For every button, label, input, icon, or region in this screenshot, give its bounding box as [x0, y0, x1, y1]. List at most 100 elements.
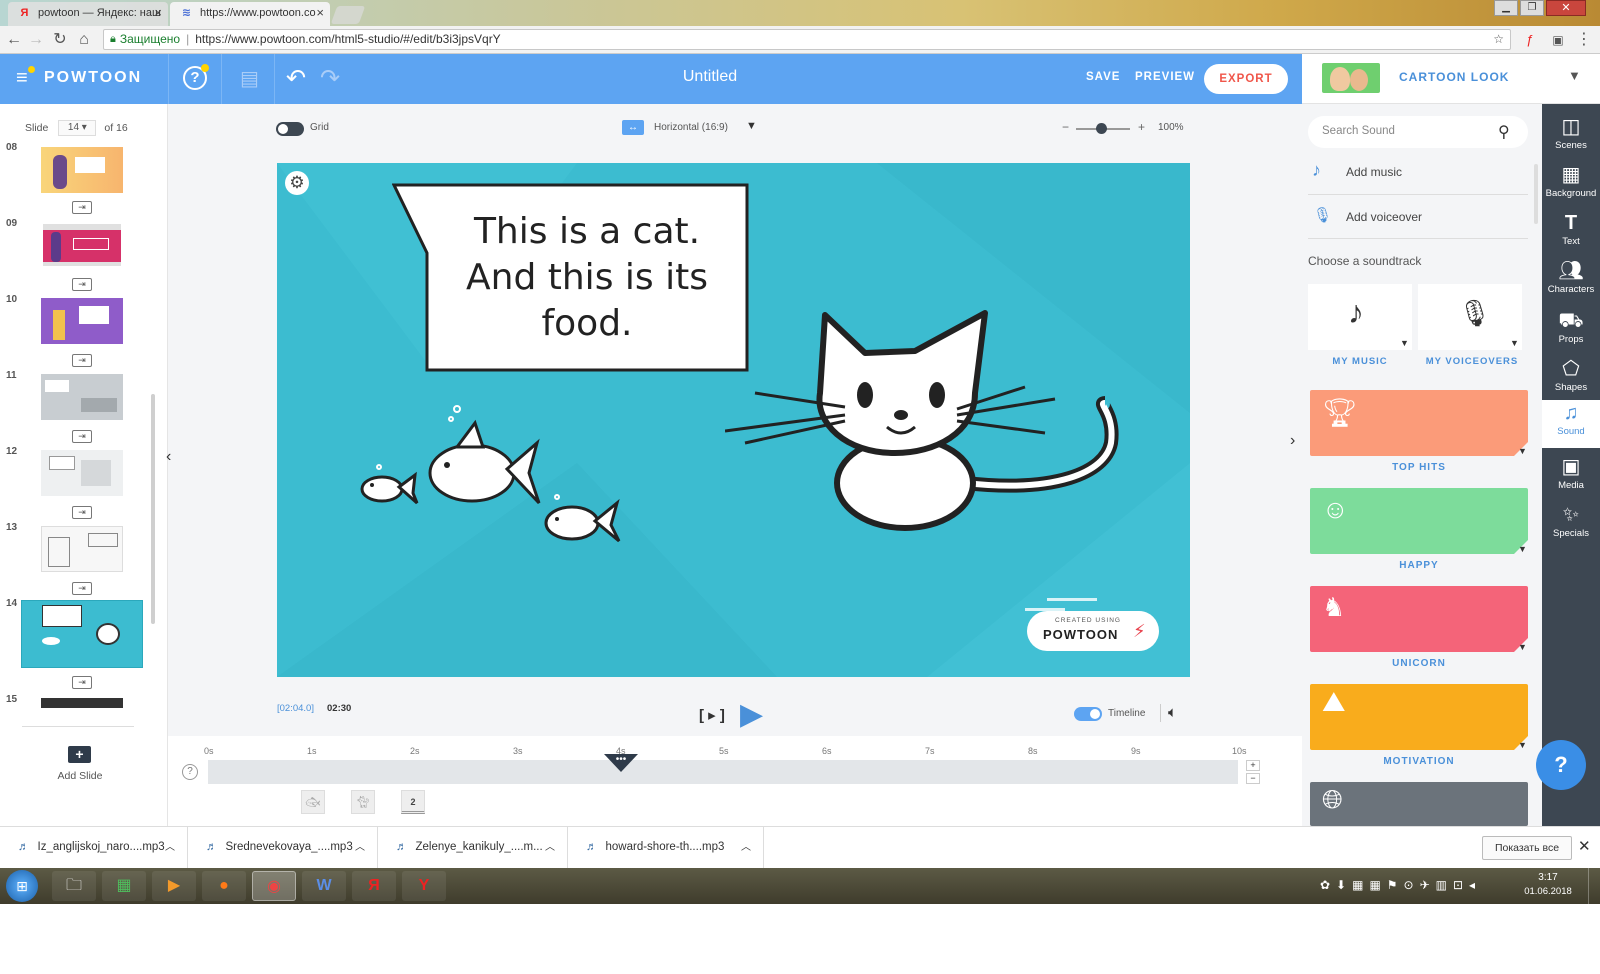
export-button[interactable]: EXPORT [1204, 64, 1288, 94]
back-icon[interactable]: ← [4, 30, 24, 50]
show-all-downloads-button[interactable]: Показать все [1482, 836, 1572, 860]
home-icon[interactable]: ⌂ [74, 30, 94, 50]
slide-number-dropdown[interactable]: 14 ▾ [58, 120, 97, 136]
style-selector[interactable]: CARTOON LOOK ▼ [1302, 54, 1600, 104]
collapse-right-icon[interactable]: › [1290, 432, 1295, 450]
slide-thumbnail-15[interactable] [41, 698, 123, 708]
show-desktop-button[interactable] [1588, 868, 1600, 904]
add-slide-icon[interactable]: + [68, 746, 91, 763]
cat-illustration[interactable] [725, 303, 1145, 543]
search-icon[interactable]: ⚲ [1498, 122, 1510, 142]
save-button[interactable]: SAVE [1086, 71, 1120, 83]
timeline-toggle[interactable] [1074, 707, 1102, 721]
excel-icon[interactable]: ▦ [102, 871, 146, 901]
preview-button[interactable]: PREVIEW [1135, 71, 1195, 83]
chevron-up-icon[interactable]: ︿ [165, 827, 175, 868]
powtoon-watermark[interactable]: CREATED USING POWTOON ⚡ [1027, 611, 1159, 651]
zoom-slider-handle[interactable] [1096, 123, 1107, 134]
close-icon[interactable]: × [316, 2, 324, 24]
firefox-icon[interactable]: ● [202, 871, 246, 901]
chevron-down-icon[interactable]: ▼ [1568, 68, 1581, 83]
undo-icon[interactable]: ↶ [286, 64, 306, 93]
forward-icon[interactable]: → [26, 30, 46, 50]
slide-thumbnail-13[interactable] [41, 526, 123, 572]
timeline-help-icon[interactable]: ? [182, 764, 198, 780]
system-tray-icons[interactable]: ✿⬇▦▦⚑⊙✈▥⊡◂ [1320, 878, 1481, 892]
insert-transition-icon[interactable]: ⇥ [72, 201, 92, 214]
yandex-icon[interactable]: Y [402, 871, 446, 901]
reload-icon[interactable]: ↻ [50, 30, 70, 50]
timeline-track[interactable] [208, 760, 1238, 784]
chevron-down-icon[interactable]: ▼ [1518, 740, 1527, 750]
chevron-down-icon[interactable]: ▼ [1510, 338, 1519, 348]
download-item[interactable]: ♬ Zelenye_kanikuly_....m... ︿ [378, 827, 568, 868]
slides-scrollbar[interactable] [151, 394, 155, 624]
start-button-icon[interactable]: ⊞ [6, 870, 38, 902]
rail-props[interactable]: ⛟ Props [1542, 308, 1600, 345]
layer-cat-icon[interactable]: 🐈︎ [351, 790, 375, 814]
orientation-dropdown[interactable]: Horizontal (16:9) [654, 122, 728, 133]
play-slide-icon[interactable]: [ ▸ ] [699, 706, 725, 724]
rail-sound-active[interactable]: ♫ Sound [1542, 400, 1600, 448]
my-music-card[interactable]: ♪ ▼ [1308, 284, 1412, 350]
powtoon-logo[interactable]: POWTOON [44, 69, 142, 87]
rail-scenes[interactable]: ◫ Scenes [1542, 114, 1600, 151]
floating-help-button[interactable]: ? [1536, 740, 1586, 790]
url-field[interactable]: 🔒︎ Защищено | https://www.powtoon.com/ht… [103, 29, 1511, 50]
clock-time[interactable]: 3:17 [1520, 872, 1576, 883]
chevron-up-icon[interactable]: ︿ [545, 827, 555, 868]
rail-specials[interactable]: ✨︎ Specials [1542, 502, 1600, 539]
sound-search-input[interactable]: Search Sound ⚲ [1308, 116, 1528, 148]
slide-thumbnail-09[interactable] [41, 222, 123, 268]
rail-shapes[interactable]: ⬠ Shapes [1542, 356, 1600, 393]
download-item[interactable]: ♬ Iz_anglijskoj_naro....mp3 ︿ [0, 827, 188, 868]
download-item[interactable]: ♬ Srednevekovaya_....mp3 ︿ [188, 827, 378, 868]
insert-transition-icon[interactable]: ⇥ [72, 582, 92, 595]
rail-media[interactable]: ▣ Media [1542, 454, 1600, 491]
play-icon[interactable]: ▶ [740, 700, 763, 730]
star-icon[interactable]: ☆ [1493, 30, 1504, 49]
yandex-ext-icon[interactable]: ƒ [1520, 30, 1540, 50]
top-hits-card[interactable]: 🏆︎ ▼ [1310, 390, 1528, 456]
timeline-zoom-out-icon[interactable]: − [1246, 773, 1260, 784]
rail-background[interactable]: ▦ Background [1542, 162, 1600, 199]
chevron-down-icon[interactable]: ▼ [1518, 642, 1527, 652]
motivation-card[interactable]: ⛰︎ ▼ [1310, 684, 1528, 750]
my-voiceovers-card[interactable]: 🎙︎ ▼ [1418, 284, 1522, 350]
browser-tab-powtoon[interactable]: ≋ https://www.powtoon.co × [170, 2, 330, 26]
insert-transition-icon[interactable]: ⇥ [72, 354, 92, 367]
close-window-icon[interactable]: ✕ [1546, 0, 1586, 16]
maximize-icon[interactable]: ❐ [1520, 0, 1544, 16]
project-title[interactable]: Untitled [600, 68, 820, 86]
timeline-zoom-in-icon[interactable]: + [1246, 760, 1260, 771]
add-slide-button[interactable]: Add Slide [30, 770, 130, 782]
gear-icon[interactable]: ⚙ [285, 171, 309, 195]
insert-transition-icon[interactable]: ⇥ [72, 278, 92, 291]
clock-date[interactable]: 01.06.2018 [1518, 886, 1578, 897]
unicorn-card[interactable]: ♞ ▼ [1310, 586, 1528, 652]
slide-thumbnail-10[interactable] [41, 298, 123, 344]
chevron-up-icon[interactable]: ︿ [355, 827, 365, 868]
word-icon[interactable]: W [302, 871, 346, 901]
rail-text[interactable]: T Text [1542, 210, 1600, 247]
add-voiceover-button[interactable]: Add voiceover [1346, 210, 1422, 224]
redo-icon[interactable]: ↷ [320, 64, 340, 93]
browser-tab-yandex[interactable]: Я powtoon — Яндекс: наш × [8, 2, 168, 26]
fish-illustration[interactable] [357, 403, 657, 563]
world-card[interactable]: 🌐︎ [1310, 782, 1528, 826]
chrome-icon[interactable]: ◉ [252, 871, 296, 901]
sound-panel-scrollbar[interactable] [1534, 164, 1538, 224]
zoom-in-icon[interactable]: + [1138, 120, 1145, 134]
close-icon[interactable]: ✕ [1578, 837, 1591, 855]
layer-fish-icon[interactable]: 🐟︎ [301, 790, 325, 814]
insert-transition-icon[interactable]: ⇥ [72, 676, 92, 689]
slide-canvas[interactable]: ⚙ This is a cat. And this is its food. C… [277, 163, 1190, 677]
rail-characters[interactable]: 👥︎ Characters [1542, 258, 1600, 295]
extension-icon[interactable]: ▣ [1548, 30, 1568, 50]
notes-icon[interactable]: ▤ [240, 66, 259, 91]
bubble-text[interactable]: This is a cat. And this is its food. [432, 209, 742, 347]
volume-icon[interactable]: 🔈︎ [1168, 704, 1177, 721]
grid-toggle[interactable] [276, 122, 304, 136]
media-player-icon[interactable]: ▶ [152, 871, 196, 901]
new-tab-button[interactable] [330, 6, 366, 24]
